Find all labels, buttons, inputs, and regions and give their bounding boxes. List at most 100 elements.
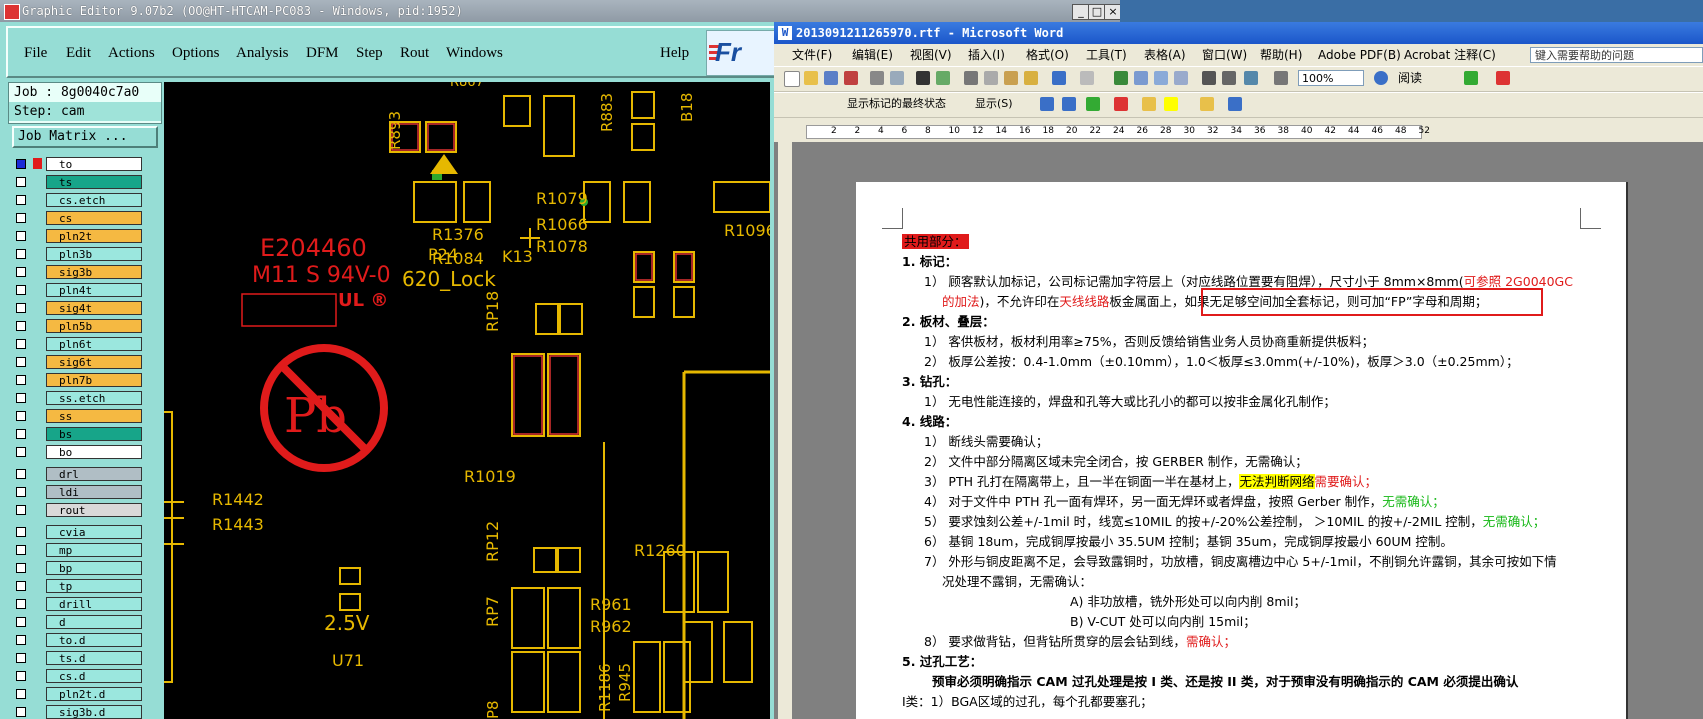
layer-name[interactable]: bs bbox=[46, 427, 142, 441]
menu-charu[interactable]: 插入(I) bbox=[968, 44, 1005, 66]
undo-icon[interactable] bbox=[1052, 71, 1066, 85]
layer-row[interactable]: pln2t bbox=[10, 228, 152, 244]
menu-shitu[interactable]: 视图(V) bbox=[910, 44, 952, 66]
layer-name[interactable]: sig3b bbox=[46, 265, 142, 279]
layer-name[interactable]: drill bbox=[46, 597, 142, 611]
layer-checkbox[interactable] bbox=[16, 545, 26, 555]
menu-chuangkou[interactable]: 窗口(W) bbox=[1202, 44, 1247, 66]
close-button[interactable]: × bbox=[1104, 4, 1120, 20]
layer-name[interactable]: mp bbox=[46, 543, 142, 557]
show-menu-button[interactable]: 显示(S) bbox=[972, 96, 1034, 112]
reject-change-icon[interactable] bbox=[1114, 97, 1128, 111]
layer-name[interactable]: cs.d bbox=[46, 669, 142, 683]
layer-name[interactable]: ss.etch bbox=[46, 391, 142, 405]
document-map-icon[interactable] bbox=[1244, 71, 1258, 85]
show-markup-select[interactable]: 显示标记的最终状态 bbox=[844, 96, 964, 112]
layer-name[interactable]: d bbox=[46, 615, 142, 629]
layer-checkbox[interactable] bbox=[16, 285, 26, 295]
layer-row[interactable]: rout bbox=[10, 502, 152, 518]
track-changes-icon[interactable] bbox=[1200, 97, 1214, 111]
layer-name[interactable]: ts.d bbox=[46, 651, 142, 665]
layer-checkbox[interactable] bbox=[16, 303, 26, 313]
layer-name[interactable]: sig6t bbox=[46, 355, 142, 369]
format-painter-icon[interactable] bbox=[1024, 71, 1038, 85]
new-icon[interactable] bbox=[784, 71, 800, 87]
pcb-canvas[interactable]: R893 P24 K13 620_Lock R867 R883 B18 R107… bbox=[164, 82, 770, 719]
menu-windows[interactable]: Windows bbox=[446, 45, 503, 62]
layer-name[interactable]: pln2t bbox=[46, 229, 142, 243]
layer-name[interactable]: ss bbox=[46, 409, 142, 423]
layer-checkbox[interactable] bbox=[16, 159, 26, 169]
layer-row[interactable]: sig3b bbox=[10, 264, 152, 280]
cut-icon[interactable] bbox=[964, 71, 978, 85]
accept-change-icon[interactable] bbox=[1086, 97, 1100, 111]
layer-checkbox[interactable] bbox=[16, 249, 26, 259]
menu-biaoge[interactable]: 表格(A) bbox=[1144, 44, 1186, 66]
layer-row[interactable]: to.d bbox=[10, 632, 152, 648]
save-icon[interactable] bbox=[824, 71, 838, 85]
layer-checkbox[interactable] bbox=[16, 231, 26, 241]
layer-row[interactable]: ss bbox=[10, 408, 152, 424]
layer-checkbox[interactable] bbox=[16, 707, 26, 717]
layer-row[interactable]: sig3b.d bbox=[10, 704, 152, 719]
layer-name[interactable]: to.d bbox=[46, 633, 142, 647]
layer-name[interactable]: sig3b.d bbox=[46, 705, 142, 719]
layer-row[interactable]: cvia bbox=[10, 524, 152, 540]
layer-name[interactable]: pln4t bbox=[46, 283, 142, 297]
layer-row[interactable]: ts.d bbox=[10, 650, 152, 666]
layer-row[interactable]: ss.etch bbox=[10, 390, 152, 406]
layer-row[interactable]: ts bbox=[10, 174, 152, 190]
layer-row[interactable]: sig4t bbox=[10, 300, 152, 316]
document-page[interactable]: 共用部分： 1. 标记： 1） 顾客默认加标记，公司标记需加字符层上（对应线路位… bbox=[856, 182, 1628, 719]
menu-edit[interactable]: Edit bbox=[66, 45, 91, 62]
layer-checkbox[interactable] bbox=[16, 339, 26, 349]
layer-row[interactable]: cs.etch bbox=[10, 192, 152, 208]
show-hide-icon[interactable] bbox=[1274, 71, 1288, 85]
menu-bangzhu[interactable]: 帮助(H) bbox=[1260, 44, 1302, 66]
menu-dfm[interactable]: DFM bbox=[306, 45, 339, 62]
menu-adobe-pdf[interactable]: Adobe PDF(B) bbox=[1318, 44, 1401, 66]
next-change-icon[interactable] bbox=[1062, 97, 1076, 111]
help-icon[interactable] bbox=[1374, 71, 1388, 85]
layer-row[interactable]: sig6t bbox=[10, 354, 152, 370]
layer-name[interactable]: bo bbox=[46, 445, 142, 459]
permission-icon[interactable] bbox=[844, 71, 858, 85]
menu-rout[interactable]: Rout bbox=[400, 45, 429, 62]
layer-row[interactable]: cs bbox=[10, 210, 152, 226]
read-mode-button[interactable]: 阅读 bbox=[1398, 70, 1422, 86]
insert-table-icon[interactable] bbox=[1154, 71, 1168, 85]
highlight-icon[interactable] bbox=[1464, 71, 1478, 85]
menu-geshi[interactable]: 格式(O) bbox=[1026, 44, 1069, 66]
layer-row[interactable]: bp bbox=[10, 560, 152, 576]
menu-wenjian[interactable]: 文件(F) bbox=[792, 44, 832, 66]
layer-name[interactable]: cs bbox=[46, 211, 142, 225]
layer-checkbox[interactable] bbox=[16, 563, 26, 573]
layer-name[interactable]: cvia bbox=[46, 525, 142, 539]
zoom-select[interactable]: 100% bbox=[1298, 70, 1364, 86]
layer-name[interactable]: pln3b bbox=[46, 247, 142, 261]
font-color-icon[interactable] bbox=[1496, 71, 1510, 85]
layer-row[interactable]: to bbox=[10, 156, 152, 172]
layer-checkbox[interactable] bbox=[16, 177, 26, 187]
menu-step[interactable]: Step bbox=[356, 45, 383, 62]
research-icon[interactable] bbox=[936, 71, 950, 85]
layer-checkbox[interactable] bbox=[16, 635, 26, 645]
layer-row[interactable]: pln7b bbox=[10, 372, 152, 388]
layer-name[interactable]: bp bbox=[46, 561, 142, 575]
layer-name[interactable]: pln6t bbox=[46, 337, 142, 351]
layer-checkbox[interactable] bbox=[16, 393, 26, 403]
layer-row[interactable]: pln4t bbox=[10, 282, 152, 298]
layer-checkbox[interactable] bbox=[16, 321, 26, 331]
paste-icon[interactable] bbox=[1004, 71, 1018, 85]
layer-checkbox[interactable] bbox=[16, 267, 26, 277]
copy-icon[interactable] bbox=[984, 71, 998, 85]
help-search-input[interactable]: 键入需要帮助的问题 bbox=[1530, 47, 1703, 63]
reviewing-pane-icon[interactable] bbox=[1228, 97, 1242, 111]
layer-name[interactable]: pln5b bbox=[46, 319, 142, 333]
menu-gongju[interactable]: 工具(T) bbox=[1086, 44, 1127, 66]
layer-row[interactable]: bo bbox=[10, 444, 152, 460]
layer-row[interactable]: pln2t.d bbox=[10, 686, 152, 702]
word-titlebar[interactable]: W 2013091211265970.rtf - Microsoft Word bbox=[774, 22, 1703, 44]
layer-name[interactable]: rout bbox=[46, 503, 142, 517]
layer-checkbox[interactable] bbox=[16, 653, 26, 663]
